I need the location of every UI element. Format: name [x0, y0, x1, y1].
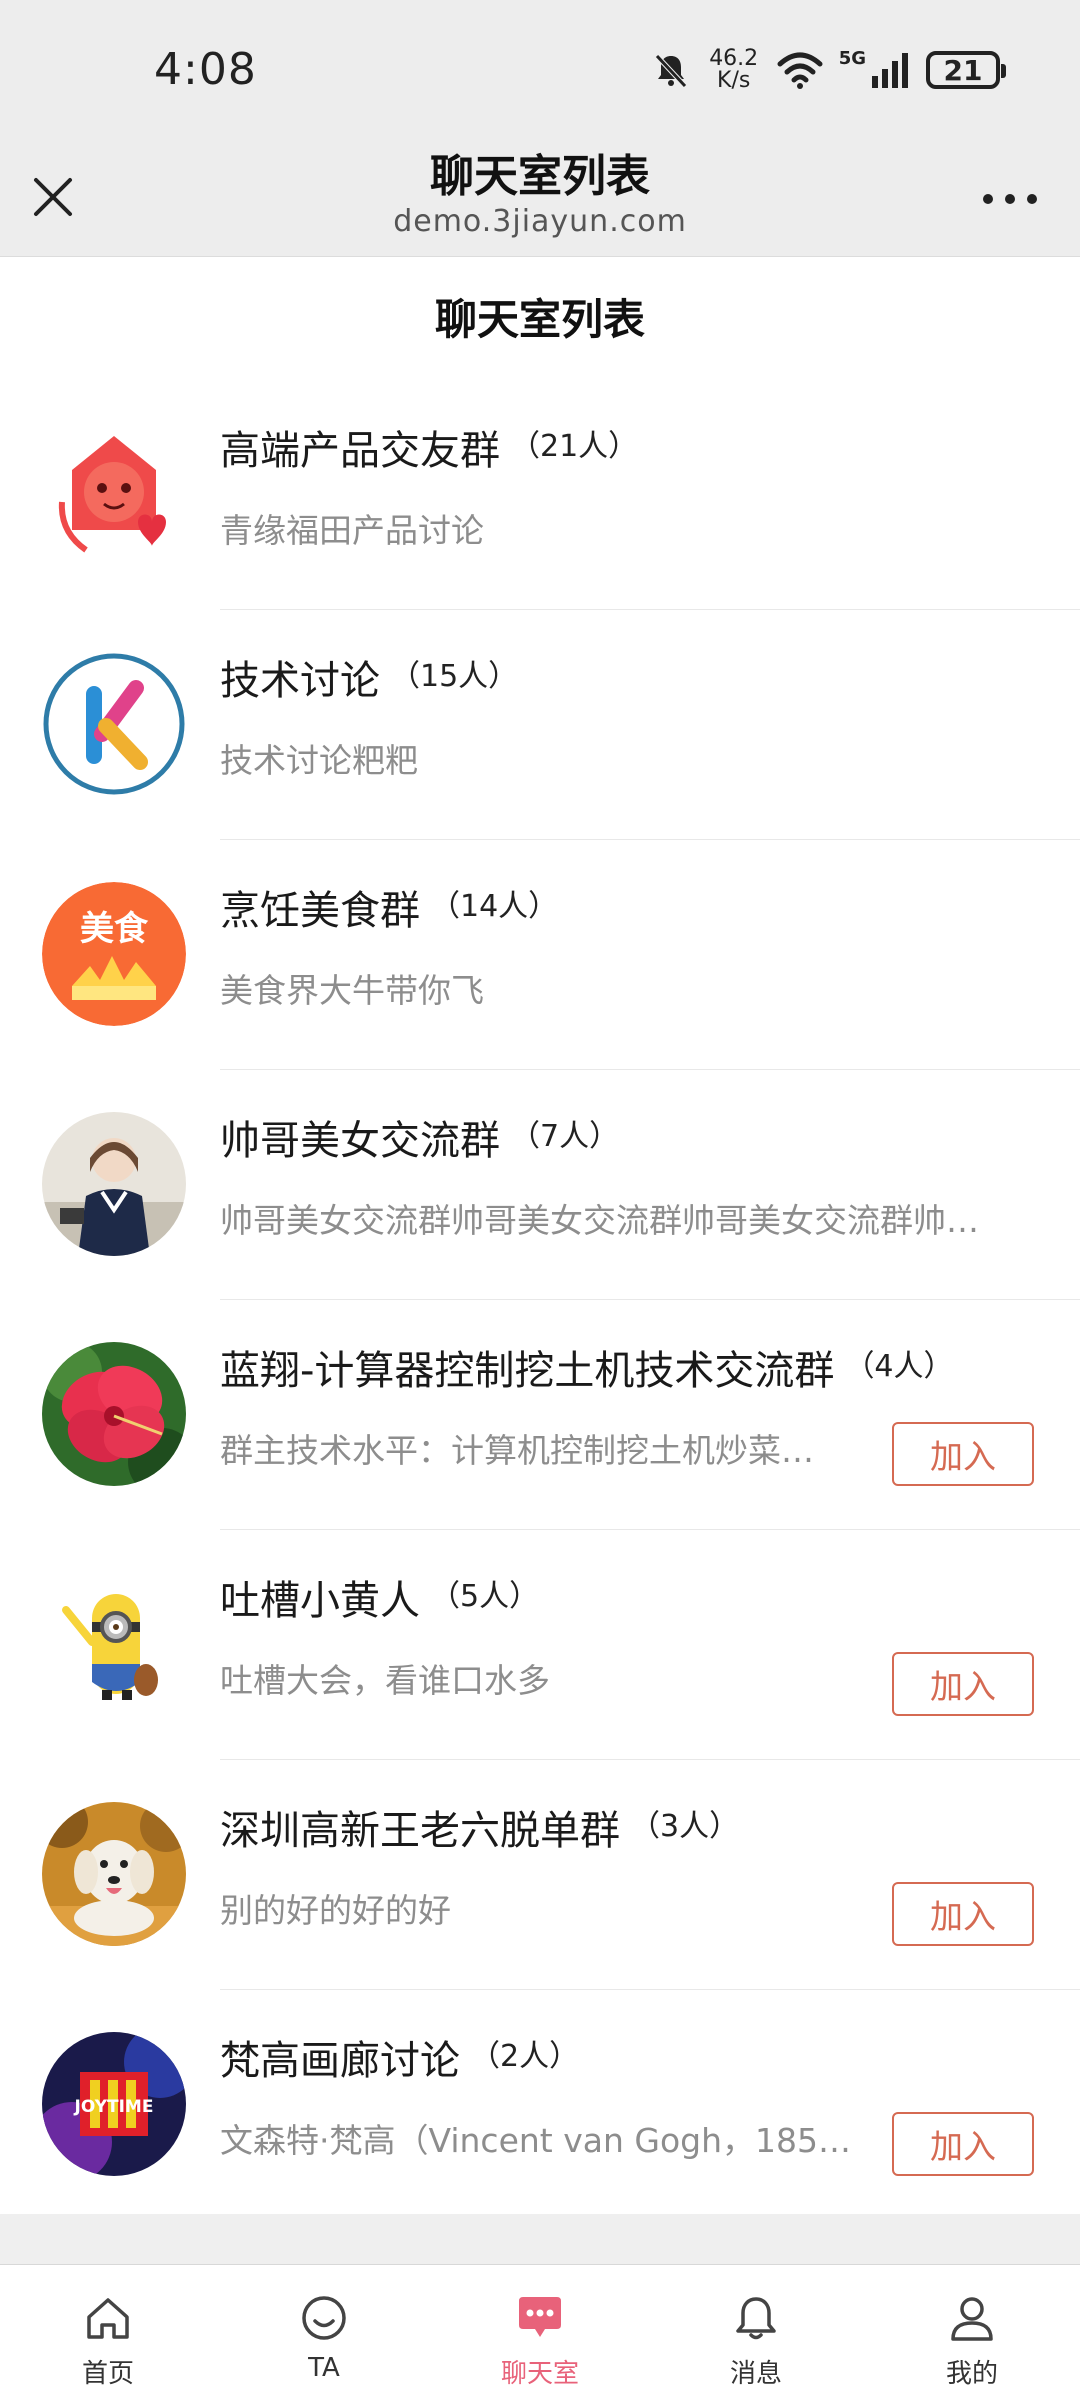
letter-k-logo-avatar [42, 652, 186, 796]
join-button[interactable]: 加入 [892, 1882, 1034, 1946]
status-bar: 4:08 46.2 K/s 5G 21 [0, 0, 1080, 130]
room-name: 梵高画廊讨论 [220, 2038, 460, 2084]
food-logo-avatar: 美食 [42, 882, 186, 1026]
room-member-count: （3人） [630, 1809, 740, 1844]
red-cartoon-logo-avatar [42, 422, 186, 566]
chat-bubble-icon [519, 2297, 561, 2337]
joytime-logo-text: JOYTIME [74, 2097, 154, 2117]
room-description: 美食界大牛带你飞 [220, 971, 484, 1010]
list-end-spacer [0, 2214, 1080, 2264]
home-icon [87, 2298, 129, 2339]
room-member-count: （15人） [390, 659, 519, 694]
girl-photo-avatar [42, 1112, 186, 1256]
status-icons: 46.2 K/s 5G 21 [651, 44, 1006, 96]
room-name: 深圳高新王老六脱单群 [220, 1808, 620, 1854]
join-button[interactable]: 加入 [892, 1422, 1034, 1486]
list-item[interactable]: 美食 烹饪美食群 （14人） 美食界大牛带你飞 [0, 840, 1080, 1070]
list-item[interactable]: 高端产品交友群 （21人） 青缘福田产品讨论 [0, 380, 1080, 610]
tab-mine[interactable]: 我的 [864, 2265, 1080, 2401]
status-time: 4:08 [154, 44, 257, 95]
bottom-tab-bar: 首页 TA 聊天室 消息 我的 [0, 2264, 1080, 2401]
room-name: 技术讨论 [220, 658, 380, 704]
tab-label: 聊天室 [500, 2359, 579, 2389]
wifi-icon [777, 52, 823, 89]
flower-photo-avatar [42, 1342, 186, 1486]
person-icon [951, 2297, 993, 2341]
list-item[interactable]: JOYTIME 梵高画廊讨论 （2人） 文森特·梵高（Vincent van G… [0, 1990, 1080, 2220]
bell-icon [736, 2297, 776, 2340]
room-name: 高端产品交友群 [220, 428, 500, 474]
minion-avatar [42, 1572, 186, 1716]
join-button[interactable]: 加入 [892, 2112, 1034, 2176]
room-member-count: （5人） [430, 1579, 540, 1614]
tab-label: TA [308, 2353, 340, 2383]
room-name: 蓝翔-计算器控制挖土机技术交流群 [220, 1348, 835, 1394]
signal-bars-icon [872, 53, 908, 88]
battery-icon: 21 [926, 51, 1006, 89]
room-description: 别的好的好的好 [220, 1891, 451, 1930]
list-item[interactable]: 深圳高新王老六脱单群 （3人） 别的好的好的好 加入 [0, 1760, 1080, 1990]
joytime-logo-avatar: JOYTIME [42, 2032, 186, 2176]
room-name: 吐槽小黄人 [220, 1578, 420, 1624]
tab-home[interactable]: 首页 [0, 2265, 216, 2401]
room-member-count: （2人） [470, 2039, 580, 2074]
tab-label: 我的 [945, 2359, 998, 2389]
webview-header: 聊天室列表 demo.3jiayun.com [0, 130, 1080, 257]
room-member-count: （4人） [844, 1349, 954, 1384]
net-speed-unit: K/s [717, 68, 751, 93]
net-speed-value: 46.2 [709, 46, 759, 71]
room-description: 青缘福田产品讨论 [220, 511, 484, 550]
tab-label: 首页 [81, 2359, 134, 2389]
list-item[interactable]: 技术讨论 （15人） 技术讨论粑粑 [0, 610, 1080, 840]
room-name: 烹饪美食群 [220, 888, 420, 934]
tab-chatroom[interactable]: 聊天室 [432, 2265, 648, 2401]
list-item[interactable]: 吐槽小黄人 （5人） 吐槽大会，看谁口水多 加入 [0, 1530, 1080, 1760]
webview-url: demo.3jiayun.com [393, 204, 687, 239]
webview-title: 聊天室列表 [430, 151, 650, 202]
tab-label: 消息 [729, 2359, 782, 2389]
bell-muted-icon [654, 54, 687, 88]
room-description: 帅哥美女交流群帅哥美女交流群帅哥美女交流群帅… [220, 1201, 979, 1240]
more-options-icon[interactable] [974, 184, 1046, 214]
list-item[interactable]: 蓝翔-计算器控制挖土机技术交流群 （4人） 群主技术水平：计算机控制挖土机炒菜…… [0, 1300, 1080, 1530]
room-description: 文森特·梵高（Vincent van Gogh，185… [220, 2121, 851, 2160]
tab-ta[interactable]: TA [216, 2265, 432, 2401]
room-member-count: （14人） [430, 889, 559, 924]
room-list: 高端产品交友群 （21人） 青缘福田产品讨论 技术讨论 （15人） 技术讨论粑粑 [0, 380, 1080, 2220]
room-member-count: （21人） [510, 429, 639, 464]
smile-icon [302, 2296, 346, 2340]
room-description: 吐槽大会，看谁口水多 [220, 1661, 550, 1700]
room-name: 帅哥美女交流群 [220, 1118, 500, 1164]
list-item[interactable]: 帅哥美女交流群 （7人） 帅哥美女交流群帅哥美女交流群帅哥美女交流群帅… [0, 1070, 1080, 1300]
signal-type: 5G [838, 47, 866, 69]
dog-photo-avatar [42, 1802, 186, 1946]
room-description: 技术讨论粑粑 [220, 741, 418, 780]
page-heading: 聊天室列表 [434, 295, 645, 344]
room-description: 群主技术水平：计算机控制挖土机炒菜… [220, 1431, 814, 1470]
food-logo-text: 美食 [80, 909, 149, 949]
net-speed: 46.2 K/s [707, 48, 761, 92]
join-button[interactable]: 加入 [892, 1652, 1034, 1716]
room-member-count: （7人） [510, 1119, 620, 1154]
tab-messages[interactable]: 消息 [648, 2265, 864, 2401]
